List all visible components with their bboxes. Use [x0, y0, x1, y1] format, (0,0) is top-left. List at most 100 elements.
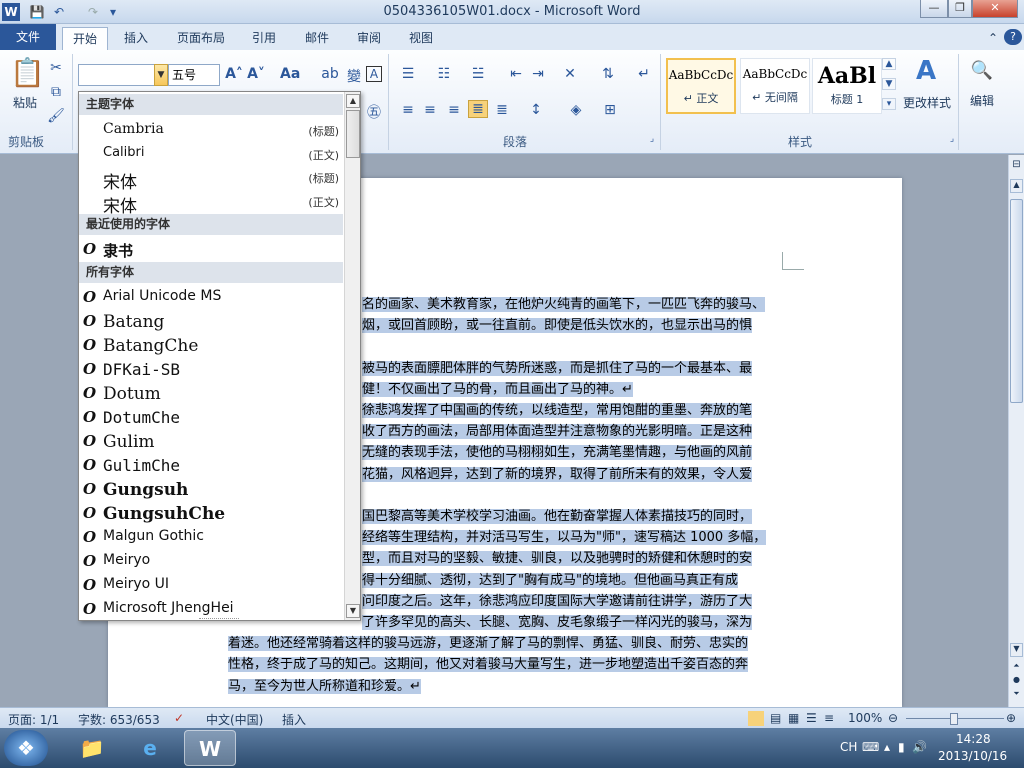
scroll-up-icon[interactable]: ▲: [346, 94, 360, 108]
language-indicator[interactable]: 中文(中国): [206, 711, 263, 728]
tab-review[interactable]: 审阅: [348, 27, 390, 50]
proofing-icon[interactable]: ✓: [174, 711, 184, 725]
document-line[interactable]: 性格，终于成了马的知己。这期间，他又对着骏马大量写生，进一步地塑造出千姿百态的奔: [228, 654, 784, 675]
vertical-scrollbar[interactable]: ⊟ ▲ ▼ ⏶ ● ⏷: [1008, 155, 1024, 707]
restore-button[interactable]: ❐: [948, 0, 972, 18]
font-option[interactable]: O Gungsuh: [79, 477, 343, 501]
increase-indent-icon[interactable]: ⇥: [528, 66, 548, 82]
volume-icon[interactable]: 🔊: [912, 740, 927, 754]
cut-icon[interactable]: ✂: [46, 60, 66, 76]
font-option[interactable]: O Gulim: [79, 429, 343, 453]
style-heading-1[interactable]: AaBl 标题 1: [812, 58, 882, 114]
insert-mode-indicator[interactable]: 插入: [282, 711, 306, 728]
font-option[interactable]: O GulimChe: [79, 453, 343, 477]
scroll-up-icon[interactable]: ▲: [1010, 179, 1023, 193]
outline-view-icon[interactable]: ☰: [806, 711, 817, 725]
scroll-thumb[interactable]: [346, 110, 360, 158]
tab-references[interactable]: 引用: [244, 27, 284, 50]
document-line[interactable]: 马，至今为世人所称道和珍爱。↵: [228, 676, 784, 697]
enclose-characters-icon[interactable]: ㊄: [364, 102, 384, 122]
font-option[interactable]: 宋体 (正文): [79, 189, 343, 217]
zoom-out-icon[interactable]: ⊖: [888, 711, 898, 725]
format-painter-icon[interactable]: 🖌: [46, 108, 66, 124]
clock-date[interactable]: 2013/10/16: [938, 749, 1007, 763]
shading-icon[interactable]: ◈: [566, 102, 586, 118]
document-line[interactable]: 名的画家、美术教育家，在他炉火纯青的画笔下，一匹匹飞奔的骏马、: [362, 294, 784, 315]
paste-icon[interactable]: 📋: [10, 56, 45, 89]
font-option[interactable]: O GungsuhChe: [79, 501, 343, 525]
font-option[interactable]: Cambria (标题): [79, 118, 343, 142]
paste-button[interactable]: 粘贴: [8, 94, 42, 111]
shrink-font-icon[interactable]: A˅: [246, 66, 266, 82]
scroll-down-icon[interactable]: ▼: [1010, 643, 1023, 657]
show-marks-icon[interactable]: ↵: [634, 66, 654, 82]
word-count[interactable]: 字数: 653/653: [78, 711, 160, 728]
phonetic-guide-icon[interactable]: 變: [344, 66, 364, 86]
tab-insert[interactable]: 插入: [114, 27, 158, 50]
tab-page-layout[interactable]: 页面布局: [170, 27, 232, 50]
font-list-scrollbar[interactable]: ▲ ▼: [344, 92, 360, 620]
full-screen-view-icon[interactable]: ▤: [770, 711, 781, 725]
paragraph-dialog-launcher-icon[interactable]: ⌟: [642, 134, 662, 144]
style-no-spacing[interactable]: AaBbCcDc ↵ 无间隔: [740, 58, 810, 114]
document-line[interactable]: 花猫，风格迥异，达到了新的境界，取得了前所未有的效果，令人爱: [362, 464, 784, 485]
find-icon[interactable]: 🔍: [970, 60, 994, 81]
styles-scroll-up-icon[interactable]: ▲: [882, 58, 896, 70]
font-name-dropdown-button[interactable]: ▼: [154, 64, 168, 86]
character-border-icon[interactable]: A: [366, 66, 382, 82]
next-page-icon[interactable]: ⏷: [1010, 689, 1023, 703]
start-button[interactable]: ❖: [4, 730, 48, 766]
font-option[interactable]: O Meiryo UI: [79, 573, 343, 597]
document-line[interactable]: 国巴黎高等美术学校学习油画。他在勤奋掌握人体素描技巧的同时，: [362, 506, 784, 527]
page-count[interactable]: 页面: 1/1: [8, 711, 59, 728]
font-option[interactable]: O 隶书: [79, 237, 343, 261]
ruler-toggle-icon[interactable]: ⊟: [1010, 159, 1023, 177]
document-line[interactable]: 健！不仅画出了马的骨，而且画出了马的神。↵: [362, 379, 784, 400]
resize-grip[interactable]: [199, 618, 239, 620]
line-spacing-icon[interactable]: ↕: [526, 102, 546, 118]
document-line[interactable]: 问印度之后。这年，徐悲鸿应印度国际大学邀请前往讲学，游历了大: [362, 591, 784, 612]
font-option[interactable]: 宋体 (标题): [79, 165, 343, 193]
document-line[interactable]: 得十分细腻、透彻，达到了"胸有成马"的境地。但他画马真正有成: [362, 570, 784, 591]
chinese-layout-icon[interactable]: ✕: [560, 66, 580, 82]
close-button[interactable]: ✕: [972, 0, 1018, 18]
font-option[interactable]: O BatangChe: [79, 333, 343, 357]
editing-button[interactable]: 编辑: [964, 92, 1000, 109]
word-taskbar-icon[interactable]: W: [184, 730, 236, 766]
font-option[interactable]: O Meiryo: [79, 549, 343, 573]
decrease-indent-icon[interactable]: ⇤: [506, 66, 526, 82]
document-line[interactable]: 经络等生理结构，并对活马写生，以马为"师"，速写稿达 1000 多幅，: [362, 527, 784, 548]
tray-expand-icon[interactable]: ▴: [884, 740, 890, 754]
copy-icon[interactable]: ⧉: [46, 84, 66, 100]
change-case-icon[interactable]: Aa: [280, 66, 300, 82]
font-size-input[interactable]: 五号: [168, 64, 220, 86]
document-line[interactable]: 烟，或回首顾盼，或一往直前。即使是低头饮水的，也显示出马的惧: [362, 315, 784, 336]
font-name-input[interactable]: [78, 64, 158, 86]
styles-dialog-launcher-icon[interactable]: ⌟: [942, 134, 962, 144]
align-left-icon[interactable]: ≡: [398, 102, 418, 118]
font-option[interactable]: O DFKai-SB: [79, 357, 343, 381]
clock-time[interactable]: 14:28: [956, 732, 991, 746]
document-line[interactable]: 徐悲鸿发挥了中国画的传统，以线造型，常用饱酣的重墨、奔放的笔: [362, 400, 784, 421]
distributed-icon[interactable]: ≣: [492, 102, 512, 118]
align-right-icon[interactable]: ≡: [444, 102, 464, 118]
tab-view[interactable]: 视图: [400, 27, 442, 50]
font-dropdown-list[interactable]: 主题字体 Cambria (标题) Calibri (正文) 宋体 (标题) 宋…: [78, 91, 361, 621]
web-layout-view-icon[interactable]: ▦: [788, 711, 799, 725]
tab-home[interactable]: 开始: [62, 27, 108, 50]
draft-view-icon[interactable]: ≡: [824, 711, 834, 725]
grow-font-icon[interactable]: A˄: [224, 66, 244, 82]
document-line[interactable]: 无缝的表现手法，使他的马栩栩如生，充满笔墨情趣，与他画的风前: [362, 442, 784, 463]
tab-file[interactable]: 文件: [0, 24, 56, 50]
document-line[interactable]: 了许多罕见的高头、长腿、宽胸、皮毛象缎子一样闪光的骏马，深为: [362, 612, 784, 633]
previous-page-icon[interactable]: ⏶: [1010, 661, 1023, 675]
tab-mailings[interactable]: 邮件: [296, 27, 338, 50]
justify-icon[interactable]: ≣: [468, 100, 488, 118]
font-option[interactable]: O Malgun Gothic: [79, 525, 343, 549]
minimize-button[interactable]: —: [920, 0, 948, 18]
scroll-down-icon[interactable]: ▼: [346, 604, 360, 618]
file-explorer-icon[interactable]: 📁: [66, 730, 118, 766]
numbering-icon[interactable]: ☷: [434, 66, 454, 82]
document-line[interactable]: 被马的表面膘肥体胖的气势所迷惑，而是抓住了马的一个最基本、最: [362, 358, 784, 379]
align-center-icon[interactable]: ≡: [420, 102, 440, 118]
